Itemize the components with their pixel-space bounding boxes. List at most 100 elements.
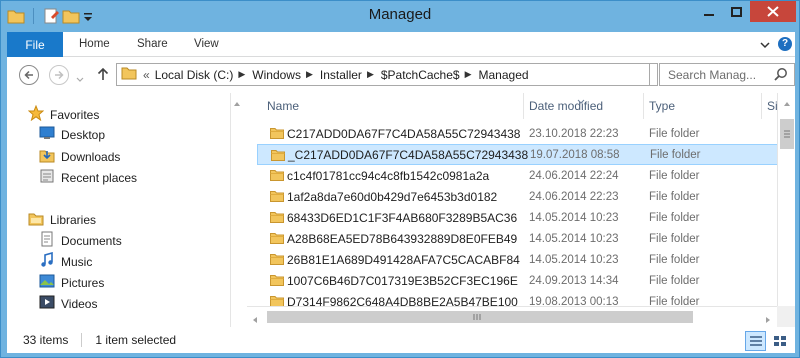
file-type: File folder <box>649 190 700 203</box>
documents-icon <box>39 231 55 250</box>
file-type: File folder <box>649 211 700 224</box>
window-title: Managed <box>368 6 432 23</box>
details-view-button[interactable] <box>745 331 766 351</box>
file-name: C217ADD0DA67F7C4DA58A55C72943438 <box>287 126 521 141</box>
nav-videos-label: Videos <box>61 296 98 311</box>
nav-recent-places[interactable]: Recent places <box>39 168 137 187</box>
nav-documents[interactable]: Documents <box>39 231 122 250</box>
nav-music[interactable]: Music <box>39 251 93 271</box>
table-row[interactable]: 68433D6ED1C1F3F4AB680F3289B5AC36 14.05.20… <box>257 207 777 228</box>
up-button[interactable] <box>97 67 109 84</box>
search-placeholder: Search Manag... <box>668 67 757 82</box>
breadcrumb-managed[interactable]: Managed <box>479 68 529 82</box>
libraries-icon <box>28 210 44 229</box>
sort-indicator-icon <box>577 93 585 107</box>
vertical-scroll-thumb[interactable] <box>780 119 794 149</box>
desktop-icon <box>39 126 55 143</box>
column-header-date[interactable]: Date modified <box>515 93 635 119</box>
back-button[interactable] <box>19 65 39 85</box>
tab-view[interactable]: View <box>194 38 219 50</box>
folder-icon <box>270 211 284 226</box>
folder-icon <box>270 253 284 268</box>
folder-icon <box>121 66 137 83</box>
chevron-right-icon[interactable]: ▶ <box>367 69 374 80</box>
downloads-icon <box>39 147 55 166</box>
folder-icon <box>270 232 284 247</box>
recent-places-icon <box>39 168 55 187</box>
table-row[interactable]: 1af2a8da7e60d0b429d7e6453b3d0182 24.06.20… <box>257 186 777 207</box>
chevron-right-icon[interactable]: ▶ <box>238 69 245 80</box>
selection-count: 1 item selected <box>95 333 177 347</box>
minimize-button[interactable] <box>694 1 723 22</box>
scroll-left-icon[interactable] <box>252 313 258 327</box>
table-row[interactable]: 1007C6B46D7C017319E3B52CF3EC196E 24.09.20… <box>257 270 777 291</box>
horizontal-scroll-thumb[interactable] <box>267 311 693 323</box>
nav-desktop-label: Desktop <box>61 127 106 142</box>
recent-locations-icon[interactable] <box>76 72 84 86</box>
table-row[interactable]: A28B68EA5ED78B643932889D8E0FEB49 14.05.20… <box>257 228 777 249</box>
file-date-modified: 14.05.2014 10:23 <box>529 253 619 266</box>
nav-pictures[interactable]: Pictures <box>39 273 104 292</box>
file-name: c1c4f01781cc94c4c8fb1542c0981a2a <box>287 168 490 183</box>
column-header-size[interactable]: Size <box>753 93 777 119</box>
scroll-right-icon[interactable] <box>765 313 771 327</box>
breadcrumb-overflow[interactable]: « <box>143 68 150 82</box>
file-type: File folder <box>649 274 700 287</box>
navigation-bar: « Local Disk (C:) ▶ Windows ▶ Installer … <box>7 57 795 93</box>
navigation-pane: Favorites Desktop Downloads Recent place… <box>7 93 230 327</box>
status-bar: 33 items 1 item selected <box>7 327 795 353</box>
table-row[interactable]: C217ADD0DA67F7C4DA58A55C72943438 23.10.20… <box>257 123 777 144</box>
close-button[interactable] <box>750 1 796 22</box>
file-date-modified: 19.07.2018 08:58 <box>530 148 620 161</box>
breadcrumb-windows[interactable]: Windows <box>252 68 301 82</box>
file-date-modified: 14.05.2014 10:23 <box>529 211 619 224</box>
file-name: 68433D6ED1C1F3F4AB680F3289B5AC36 <box>287 210 518 225</box>
help-icon[interactable]: ? <box>778 37 792 51</box>
tab-home[interactable]: Home <box>79 38 110 50</box>
nav-favorites-label: Favorites <box>50 107 100 122</box>
nav-videos[interactable]: Videos <box>39 294 97 313</box>
file-type: File folder <box>649 232 700 245</box>
column-header-name[interactable]: Name <box>253 93 523 119</box>
navigation-scrollbar[interactable] <box>230 93 242 327</box>
vertical-scrollbar[interactable] <box>777 93 795 306</box>
table-row[interactable]: c1c4f01781cc94c4c8fb1542c0981a2a 24.06.20… <box>257 165 777 186</box>
breadcrumb-installer[interactable]: Installer <box>320 68 362 82</box>
file-type: File folder <box>649 253 700 266</box>
breadcrumb-local-disk[interactable]: Local Disk (C:) <box>155 68 234 82</box>
chevron-right-icon[interactable]: ▶ <box>306 69 313 80</box>
explorer-window: Managed File Home Share View ? « Local D… <box>0 0 800 358</box>
scroll-up-icon[interactable] <box>233 96 241 110</box>
nav-documents-label: Documents <box>61 233 122 248</box>
folder-icon <box>271 149 285 164</box>
horizontal-scrollbar[interactable] <box>247 306 777 327</box>
nav-libraries-label: Libraries <box>50 212 97 227</box>
large-icons-view-button[interactable] <box>769 331 790 351</box>
tab-share[interactable]: Share <box>137 38 168 50</box>
scroll-up-icon[interactable] <box>783 96 791 110</box>
search-input[interactable]: Search Manag... <box>659 63 795 86</box>
nav-favorites[interactable]: Favorites <box>27 104 100 124</box>
nav-libraries[interactable]: Libraries <box>28 210 96 229</box>
table-row[interactable]: _C217ADD0DA67F7C4DA58A55C72943438 19.07.2… <box>257 144 777 165</box>
nav-music-label: Music <box>61 254 93 269</box>
forward-button[interactable] <box>49 65 69 85</box>
refresh-button[interactable] <box>650 63 658 86</box>
file-date-modified: 23.10.2018 22:23 <box>529 127 619 140</box>
nav-pictures-label: Pictures <box>61 275 105 290</box>
search-icon <box>774 67 788 84</box>
chevron-right-icon[interactable]: ▶ <box>465 69 472 80</box>
folder-icon <box>270 190 284 205</box>
breadcrumb-patchcache[interactable]: $PatchCache$ <box>381 68 460 82</box>
table-row[interactable]: 26B81E1A689D491428AFA7C5CACABF84 14.05.20… <box>257 249 777 270</box>
nav-downloads[interactable]: Downloads <box>39 147 120 166</box>
maximize-button[interactable] <box>723 1 750 22</box>
status-divider <box>81 333 83 347</box>
nav-desktop[interactable]: Desktop <box>39 126 105 143</box>
column-header-type[interactable]: Type <box>635 93 755 119</box>
tab-file[interactable]: File <box>7 32 63 57</box>
address-bar[interactable]: « Local Disk (C:) ▶ Windows ▶ Installer … <box>116 63 650 86</box>
file-type: File folder <box>650 148 701 161</box>
expand-ribbon-icon[interactable] <box>760 39 770 53</box>
title-bar: Managed <box>1 1 799 32</box>
